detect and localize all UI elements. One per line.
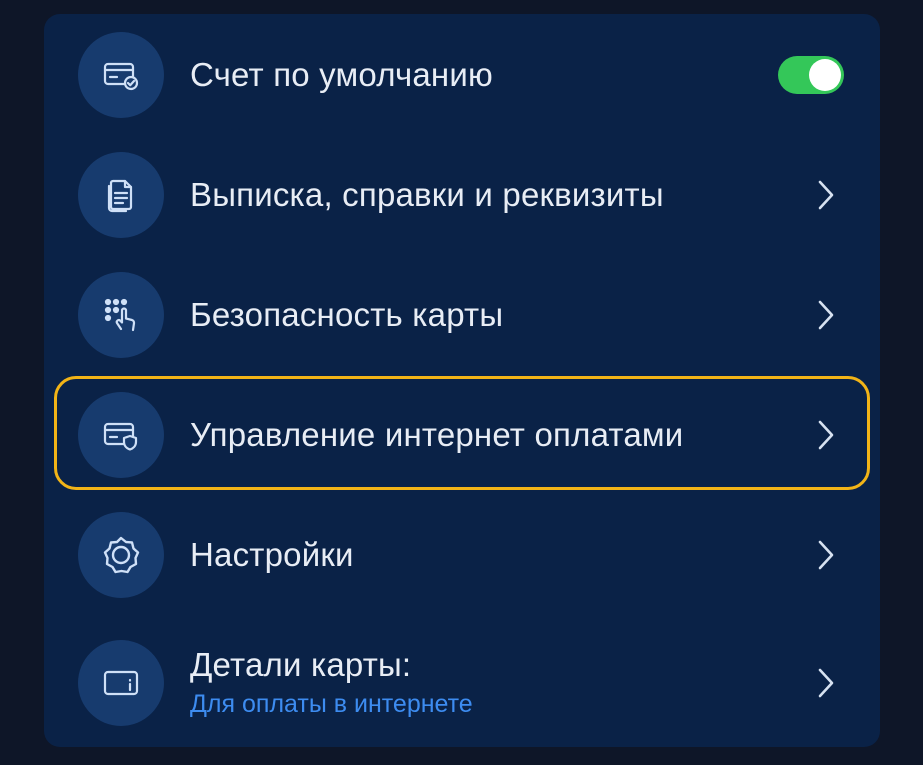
chevron-right-icon — [818, 300, 834, 330]
menu-item-sublabel: Для оплаты в интернете — [190, 690, 473, 718]
menu-item-label: Безопасность карты — [190, 296, 504, 333]
menu-item-settings[interactable]: Настройки — [44, 500, 880, 610]
card-info-icon — [78, 640, 164, 726]
menu-item-card-details[interactable]: Детали карты: Для оплаты в интернете — [44, 628, 880, 738]
chevron-right-icon — [818, 668, 834, 698]
toggle-knob — [809, 59, 841, 91]
menu-item-internet-payments[interactable]: Управление интернет оплатами — [44, 380, 880, 490]
menu-item-statements[interactable]: Выписка, справки и реквизиты — [44, 140, 880, 250]
screen: Счет по умолчанию Выписка, справки и рек… — [0, 0, 923, 765]
card-check-icon — [78, 32, 164, 118]
chevron-right-icon — [818, 420, 834, 450]
menu-item-label: Настройки — [190, 536, 354, 573]
keypad-touch-icon — [78, 272, 164, 358]
menu-item-label: Счет по умолчанию — [190, 56, 493, 93]
default-account-toggle[interactable] — [778, 56, 844, 94]
menu-item-label: Выписка, справки и реквизиты — [190, 176, 664, 213]
chevron-right-icon — [818, 540, 834, 570]
card-menu: Счет по умолчанию Выписка, справки и рек… — [44, 14, 880, 747]
menu-item-default-account[interactable]: Счет по умолчанию — [44, 20, 880, 130]
menu-item-label: Управление интернет оплатами — [190, 416, 684, 453]
documents-icon — [78, 152, 164, 238]
gear-icon — [78, 512, 164, 598]
chevron-right-icon — [818, 180, 834, 210]
card-shield-icon — [78, 392, 164, 478]
menu-item-label: Детали карты: — [190, 646, 412, 683]
menu-item-card-security[interactable]: Безопасность карты — [44, 260, 880, 370]
